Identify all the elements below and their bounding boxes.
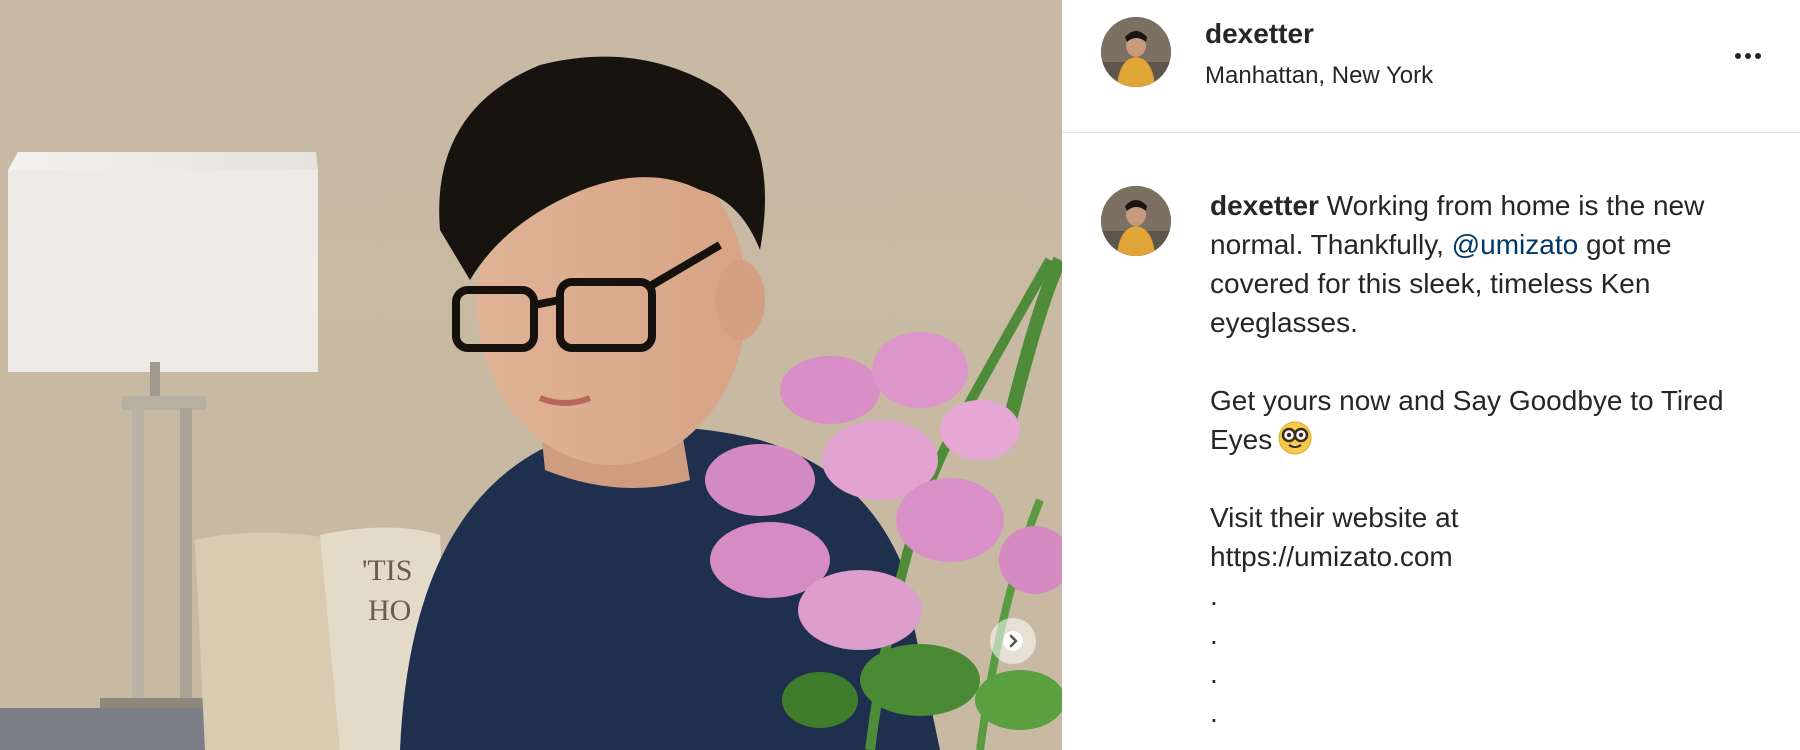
more-options-icon-dot	[1755, 53, 1761, 59]
more-options-button[interactable]	[1726, 36, 1770, 76]
more-options-icon-dot	[1745, 53, 1751, 59]
caption-dot: .	[1210, 697, 1218, 728]
post-header: dexetter Manhattan, New York	[1062, 0, 1800, 133]
caption-dot: .	[1210, 580, 1218, 611]
instagram-post: 'TIS HO dexetter Manhattan, New York dex…	[0, 0, 1800, 750]
nerd-face-emoji-icon	[1278, 421, 1312, 455]
post-username[interactable]: dexetter	[1205, 18, 1314, 50]
post-location[interactable]: Manhattan, New York	[1205, 62, 1433, 90]
caption-avatar[interactable]	[1101, 186, 1171, 256]
caption-dot: .	[1210, 619, 1218, 650]
caption-paragraph-2: Get yours now and Say Goodbye to Tired E…	[1210, 381, 1770, 459]
post-caption: dexetter Working from home is the new no…	[1210, 186, 1770, 732]
caption-paragraph-1: dexetter Working from home is the new no…	[1210, 186, 1770, 342]
post-side-panel: dexetter Manhattan, New York dexetter Wo…	[1062, 0, 1800, 750]
svg-text:'TIS: 'TIS	[362, 554, 412, 587]
carousel-next-button[interactable]	[990, 618, 1036, 664]
caption-mention[interactable]: @umizato	[1452, 229, 1578, 260]
chevron-right-icon	[1003, 631, 1023, 651]
caption-gap	[1210, 459, 1770, 498]
caption-website-label: Visit their website at	[1210, 502, 1459, 533]
avatar[interactable]	[1101, 17, 1171, 87]
svg-text:HO: HO	[368, 594, 411, 627]
post-photo[interactable]: 'TIS HO	[0, 0, 1062, 750]
caption-paragraph-3: Visit their website at https://umizato.c…	[1210, 498, 1770, 576]
caption-dot: .	[1210, 658, 1218, 689]
caption-username[interactable]: dexetter	[1210, 190, 1319, 221]
avatar-image	[1101, 17, 1171, 87]
caption-gap	[1210, 342, 1770, 381]
avatar-image	[1101, 186, 1171, 256]
photo-illustration: 'TIS HO	[0, 0, 1062, 750]
caption-website-url: https://umizato.com	[1210, 541, 1453, 572]
more-options-icon	[1735, 53, 1741, 59]
